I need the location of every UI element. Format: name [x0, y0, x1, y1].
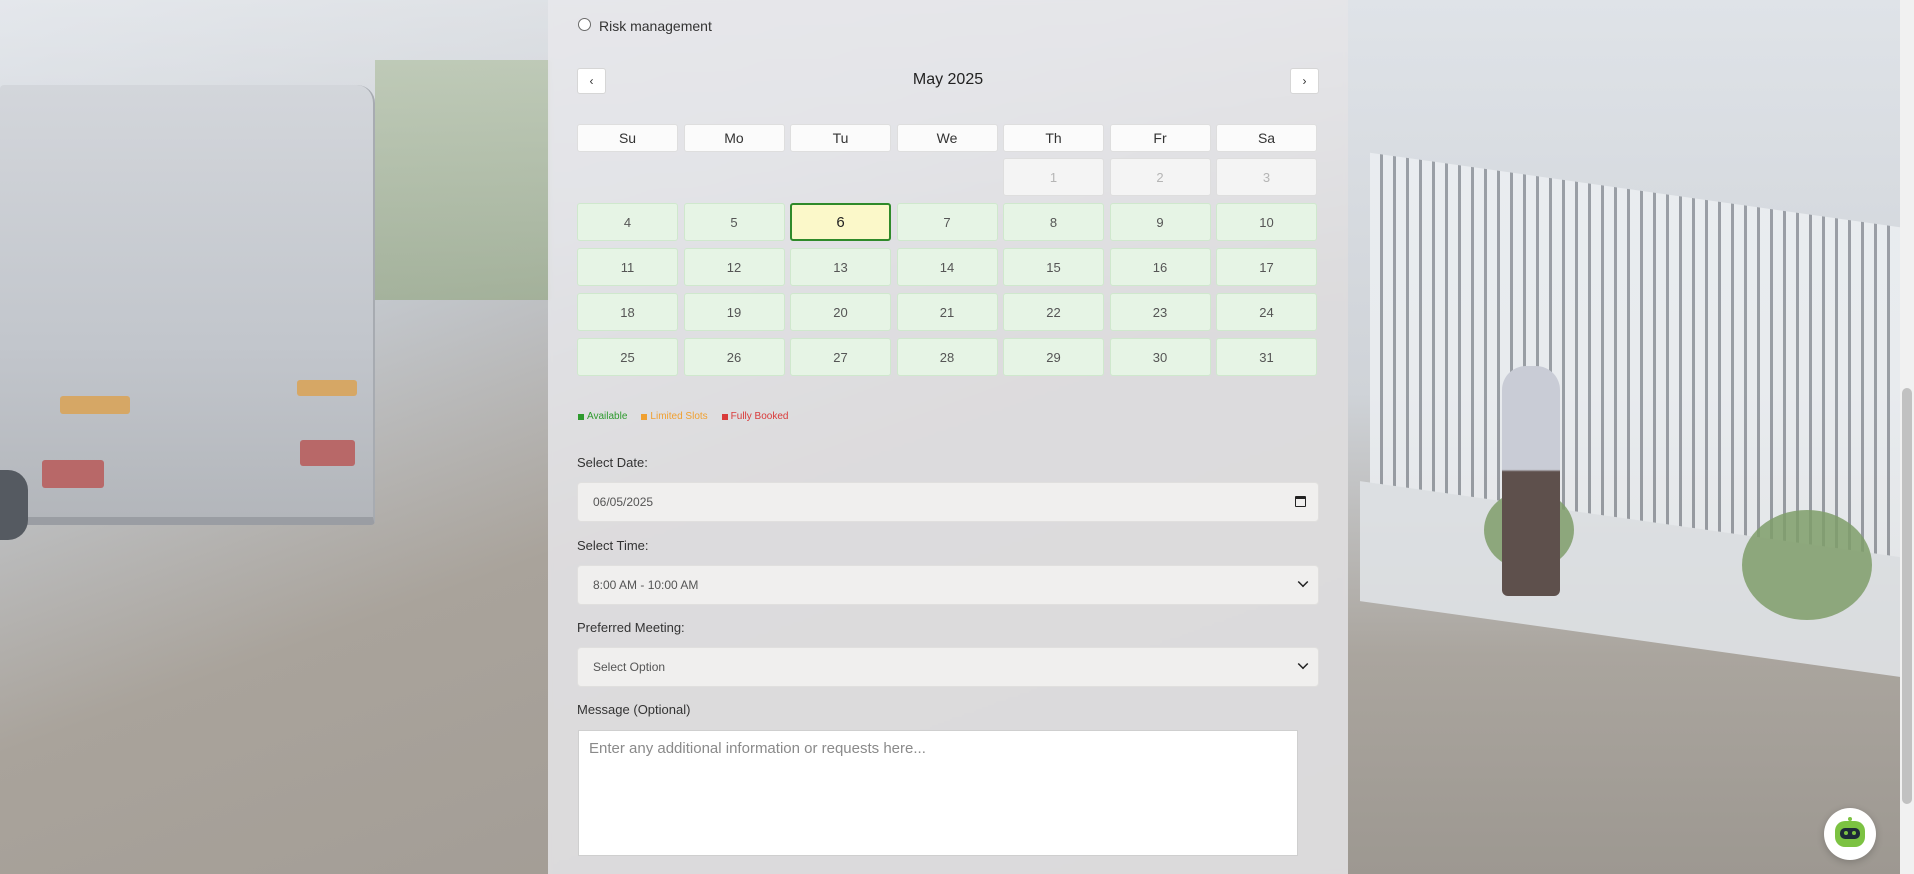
- bush-illustration: [1742, 510, 1872, 620]
- legend-available: Available: [578, 411, 627, 422]
- legend-available-swatch: [578, 413, 584, 420]
- calendar-day[interactable]: 10: [1216, 203, 1317, 241]
- risk-management-radio[interactable]: [578, 17, 591, 31]
- calendar-day[interactable]: 26: [683, 338, 785, 376]
- chatbot-icon: [1835, 817, 1865, 847]
- weekday-label: Mo: [683, 124, 785, 152]
- calendar-day[interactable]: 20: [790, 293, 891, 331]
- truck-taillight: [300, 440, 355, 466]
- legend-available-label: Available: [587, 411, 628, 422]
- calendar-month-title: May 2025: [912, 71, 984, 88]
- calendar-legend: Available Limited Slots Fully Booked: [578, 411, 788, 422]
- weekday-label: Sa: [1216, 124, 1317, 152]
- calendar-day[interactable]: 4: [577, 203, 678, 241]
- calendar-day[interactable]: 7: [896, 203, 998, 241]
- chevron-down-icon: [1297, 658, 1309, 670]
- calendar-day[interactable]: 29: [1003, 338, 1104, 376]
- truck-light: [297, 380, 357, 396]
- truck-light: [60, 396, 130, 414]
- weekday-label: Tu: [790, 124, 891, 152]
- calendar-day: 1: [1003, 158, 1104, 196]
- pedestrian-illustration: [1502, 366, 1560, 596]
- risk-management-option[interactable]: Risk management: [578, 17, 712, 34]
- truck-taillight: [42, 460, 104, 488]
- date-input[interactable]: 06/05/2025: [577, 482, 1319, 522]
- calendar-empty-cell: [897, 158, 998, 196]
- calendar-day[interactable]: 16: [1109, 248, 1211, 286]
- calendar-week-row: 4 5 6 7 8 9 10: [577, 203, 1319, 241]
- calendar-day: 2: [1109, 158, 1211, 196]
- meeting-field-label: Preferred Meeting:: [577, 620, 685, 635]
- calendar-day[interactable]: 8: [1003, 203, 1104, 241]
- legend-booked-label: Fully Booked: [730, 411, 789, 422]
- calendar-days-grid: 1 2 3 4 5 6 7 8 9 10 11 12 13 14 15 16 17 18 19 20 21 22 23 24 2…: [577, 158, 1319, 383]
- calendar-day[interactable]: 9: [1109, 203, 1211, 241]
- chatbot-launcher-button[interactable]: [1824, 808, 1876, 860]
- calendar-day[interactable]: 19: [683, 293, 785, 331]
- chevron-down-icon: [1297, 576, 1309, 588]
- time-select[interactable]: 8:00 AM - 10:00 AM: [577, 565, 1319, 605]
- calendar-week-row: 18 19 20 21 22 23 24: [577, 293, 1319, 331]
- calendar-empty-cell: [577, 158, 678, 196]
- date-field-label: Select Date:: [577, 455, 648, 470]
- legend-booked: Fully Booked: [721, 411, 789, 422]
- calendar-day[interactable]: 21: [896, 293, 998, 331]
- calendar-week-row: 11 12 13 14 15 16 17: [577, 248, 1319, 286]
- legend-booked-swatch: [721, 413, 728, 420]
- message-textarea[interactable]: Enter any additional information or requ…: [578, 730, 1298, 856]
- calendar-empty-cell: [790, 158, 891, 196]
- next-month-button[interactable]: ›: [1290, 68, 1319, 94]
- risk-management-label: Risk management: [599, 18, 712, 34]
- calendar-day[interactable]: 25: [577, 338, 678, 376]
- calendar-day[interactable]: 22: [1003, 293, 1104, 331]
- calendar-picker-icon[interactable]: [1295, 496, 1306, 507]
- calendar-day[interactable]: 31: [1216, 338, 1317, 376]
- weekday-label: We: [896, 124, 998, 152]
- page-scrollbar[interactable]: [1900, 0, 1914, 874]
- calendar-header: ‹ May 2025 ›: [577, 68, 1319, 94]
- weekday-label: Fr: [1109, 124, 1211, 152]
- calendar-day[interactable]: 15: [1003, 248, 1104, 286]
- time-field-label: Select Time:: [577, 538, 649, 553]
- calendar-day[interactable]: 5: [683, 203, 785, 241]
- calendar-day[interactable]: 24: [1216, 293, 1317, 331]
- calendar-day[interactable]: 13: [790, 248, 891, 286]
- calendar-day[interactable]: 23: [1109, 293, 1211, 331]
- calendar-day-selected[interactable]: 6: [790, 203, 891, 241]
- weekday-label: Th: [1003, 124, 1104, 152]
- truck-wheel: [0, 470, 28, 540]
- meeting-select-value: Select Option: [593, 660, 666, 674]
- calendar-week-row: 25 26 27 28 29 30 31: [577, 338, 1319, 376]
- weekday-label: Su: [577, 124, 678, 152]
- calendar-day[interactable]: 30: [1109, 338, 1211, 376]
- calendar-empty-cell: [684, 158, 785, 196]
- calendar-week-row: 123: [577, 158, 1319, 196]
- calendar-day[interactable]: 17: [1216, 248, 1317, 286]
- time-select-value: 8:00 AM - 10:00 AM: [593, 578, 699, 592]
- calendar-day[interactable]: 27: [790, 338, 891, 376]
- date-input-value: 06/05/2025: [593, 495, 654, 509]
- weekday-header-row: Su Mo Tu We Th Fr Sa: [577, 124, 1319, 152]
- calendar-day[interactable]: 14: [896, 248, 998, 286]
- page-scrollbar-thumb[interactable]: [1902, 388, 1912, 804]
- calendar-day: 3: [1216, 158, 1317, 196]
- message-field-label: Message (Optional): [577, 702, 691, 717]
- hedge-illustration: [375, 60, 550, 300]
- legend-limited: Limited Slots: [641, 411, 708, 422]
- calendar-day[interactable]: 18: [577, 293, 678, 331]
- legend-limited-label: Limited Slots: [650, 411, 708, 422]
- calendar-day[interactable]: 11: [577, 248, 678, 286]
- meeting-select[interactable]: Select Option: [577, 647, 1319, 687]
- legend-limited-swatch: [641, 413, 648, 420]
- calendar-day[interactable]: 28: [896, 338, 998, 376]
- calendar-day[interactable]: 12: [683, 248, 785, 286]
